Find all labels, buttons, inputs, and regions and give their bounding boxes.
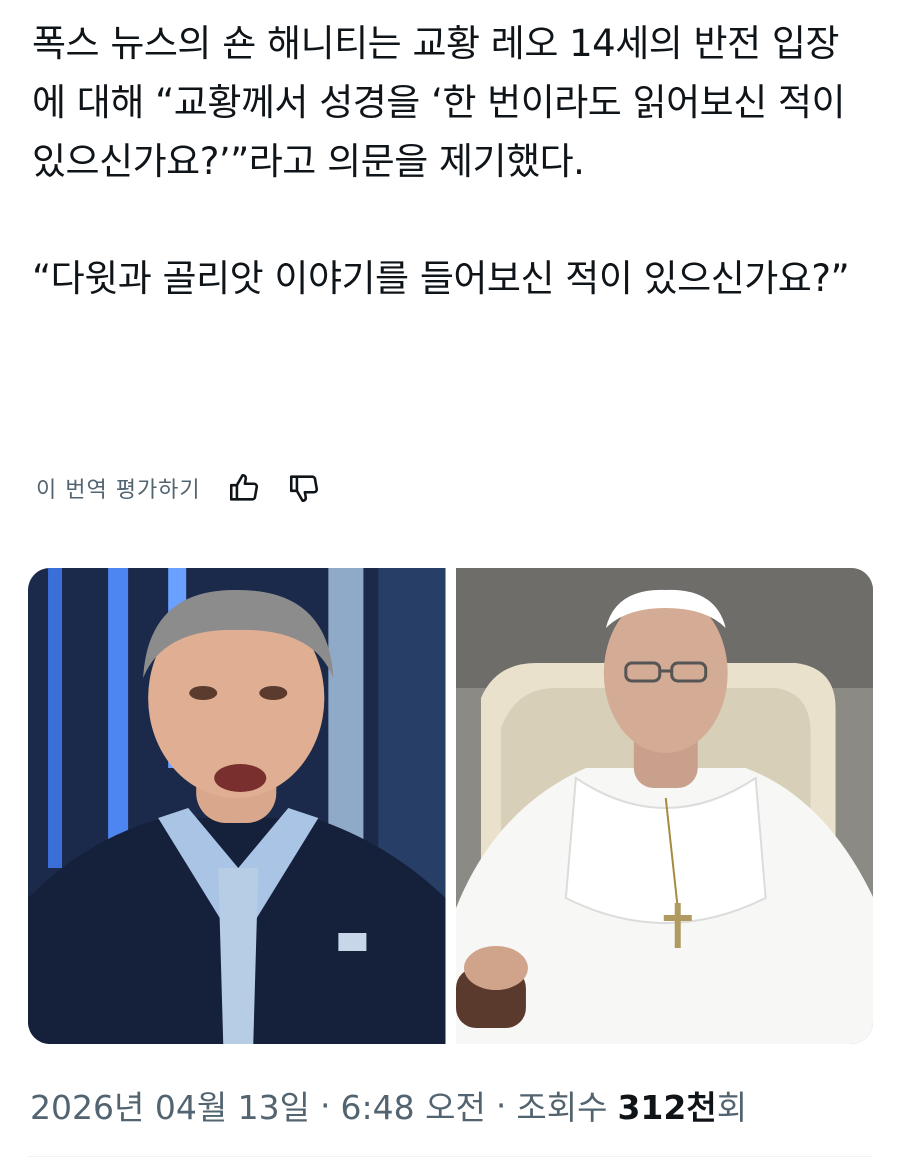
thumbs-up-icon[interactable] — [227, 471, 261, 505]
thumbs-down-icon[interactable] — [287, 471, 321, 505]
views-suffix: 회 — [716, 1088, 748, 1127]
post-date: 2026년 04월 13일 — [30, 1088, 311, 1127]
meta-separator: · — [320, 1085, 331, 1125]
meta-separator: · — [495, 1085, 507, 1125]
views-count[interactable]: 312천 — [617, 1081, 716, 1129]
media-gallery — [28, 568, 873, 1044]
translation-rating: 이 번역 평가하기 — [36, 468, 321, 508]
post-metadata: 2026년 04월 13일 · 6:48 오전 · 조회수 312천 회 — [30, 1080, 747, 1130]
photo-pope-leo[interactable] — [455, 568, 873, 1044]
post-paragraph-quote: “다윗과 골리앗 이야기를 들어보신 적이 있으신가요?” — [32, 257, 850, 300]
post-text: 폭스 뉴스의 숀 해니티는 교황 레오 14세의 반전 입장에 대해 “교황께서… — [32, 14, 872, 308]
divider — [28, 1156, 872, 1157]
post-paragraph: 폭스 뉴스의 숀 해니티는 교황 레오 14세의 반전 입장에 대해 “교황께서… — [32, 22, 846, 183]
rate-translation-label: 이 번역 평가하기 — [36, 478, 201, 503]
views-label: 조회수 — [516, 1088, 608, 1127]
post-time: 6:48 오전 — [340, 1088, 486, 1127]
photo-sean-hannity[interactable] — [28, 568, 446, 1044]
